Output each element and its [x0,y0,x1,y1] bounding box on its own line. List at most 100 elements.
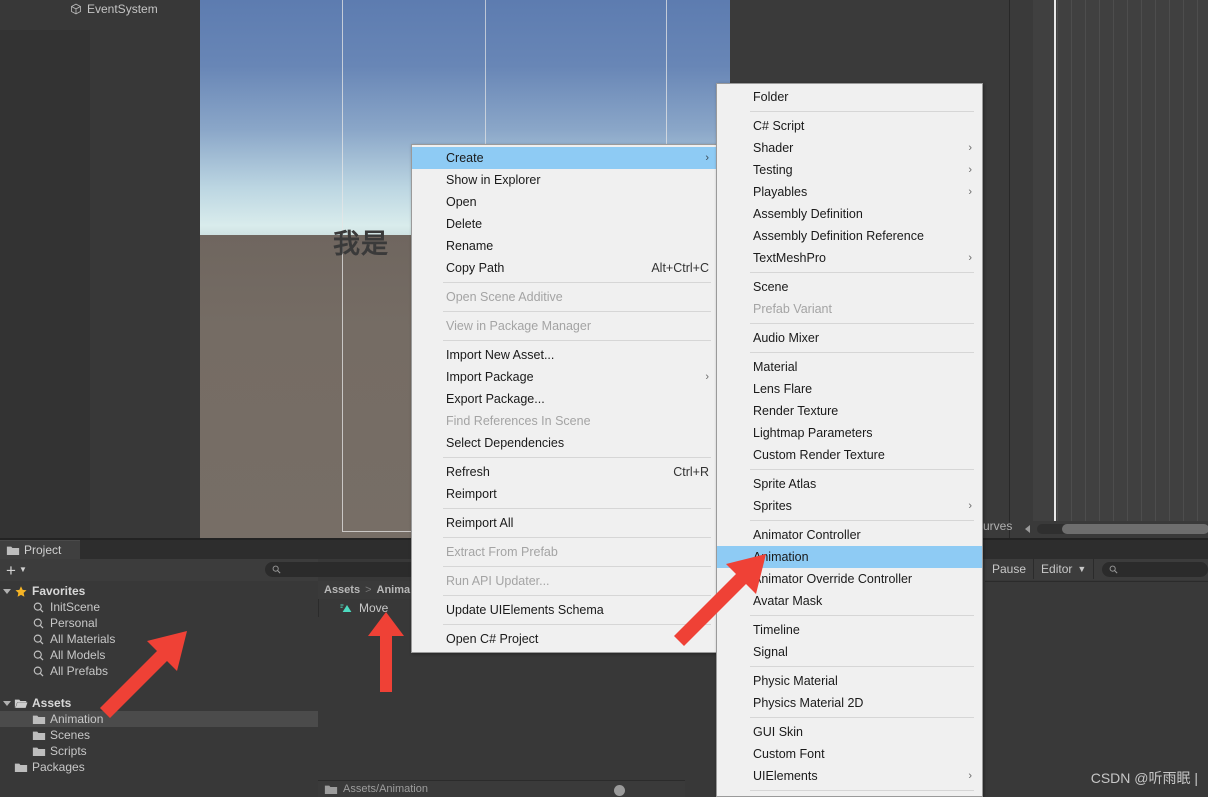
breadcrumb-current[interactable]: Anima [377,584,411,596]
menu-item-textmeshpro[interactable]: TextMeshPro › [717,247,982,269]
menu-item-label: Custom Render Texture [753,448,885,462]
menu-item-label: Create [446,151,484,165]
timeline-playhead[interactable] [1054,0,1056,522]
editor-dropdown[interactable]: Editor ▼ [1034,559,1095,579]
pause-button[interactable]: Pause [985,559,1035,579]
menu-item-uielements[interactable]: UIElements › [717,765,982,787]
menu-item-copy-path[interactable]: Copy Path Alt+Ctrl+C [412,257,719,279]
chevron-down-icon[interactable] [0,588,14,594]
tree-item-all-materials[interactable]: All Materials [0,631,318,647]
left-arrow-icon[interactable] [1025,525,1030,533]
menu-item-folder[interactable]: Folder [717,86,982,108]
folder-icon [324,785,338,794]
menu-item-custom-render-texture[interactable]: Custom Render Texture [717,444,982,466]
menu-item-label: UIElements [753,769,818,783]
menu-item-sprite-atlas[interactable]: Sprite Atlas [717,473,982,495]
menu-item-reimport[interactable]: Reimport [412,483,719,505]
menu-item-label: Sprites [753,499,792,513]
menu-item-reimport-all[interactable]: Reimport All [412,512,719,534]
tree-item-all-models[interactable]: All Models [0,647,318,663]
animation-timeline[interactable] [1033,0,1208,522]
hierarchy-item-eventsystem[interactable]: EventSystem [0,0,200,18]
tab-project[interactable]: Project [0,540,80,559]
project-status-path: Assets/Animation [343,783,428,795]
menu-item-render-texture[interactable]: Render Texture [717,400,982,422]
thumbnail-size-slider[interactable] [614,785,625,796]
menu-item-lens-flare[interactable]: Lens Flare [717,378,982,400]
tree-item-scenes[interactable]: Scenes [0,727,318,743]
menu-item-testing[interactable]: Testing › [717,159,982,181]
menu-item-physics-material-2d[interactable]: Physics Material 2D [717,692,982,714]
menu-item-open[interactable]: Open [412,191,719,213]
menu-item-label: Import New Asset... [446,348,555,362]
menu-item-show-in-explorer[interactable]: Show in Explorer [412,169,719,191]
menu-item-playables[interactable]: Playables › [717,181,982,203]
tree-item-label: Personal [50,616,98,630]
create-submenu[interactable]: Folder C# Script Shader › Testing › Playables ›… [716,83,983,797]
menu-item-timeline[interactable]: Timeline [717,619,982,641]
menu-item-refresh[interactable]: Refresh Ctrl+R [412,461,719,483]
menu-item-animation[interactable]: Animation [717,546,982,568]
tree-item-scripts[interactable]: Scripts [0,743,318,759]
menu-item-open-c-project[interactable]: Open C# Project [412,628,719,650]
tree-item-favorites[interactable]: Favorites [0,583,318,599]
menu-item-delete[interactable]: Delete [412,213,719,235]
tree-item-packages[interactable]: Packages [0,759,318,775]
tree-item-animation[interactable]: Animation [0,711,318,727]
animation-horizontal-scrollbar[interactable] [1017,521,1208,537]
menu-item-sprites[interactable]: Sprites › [717,495,982,517]
menu-item-rename[interactable]: Rename [412,235,719,257]
menu-item-lightmap-parameters[interactable]: Lightmap Parameters [717,422,982,444]
menu-item-update-uielements-schema[interactable]: Update UIElements Schema [412,599,719,621]
menu-item-shortcut: Alt+Ctrl+C [651,261,709,275]
menu-item-assembly-definition-reference[interactable]: Assembly Definition Reference [717,225,982,247]
tree-item-label: Favorites [32,584,86,598]
project-tree[interactable]: Favorites InitScene Personal All Materials A… [0,581,318,797]
console-search-input[interactable] [1102,561,1208,577]
animation-clip-icon [340,604,352,612]
chevron-right-icon: › [968,164,972,176]
menu-item-gui-skin[interactable]: GUI Skin [717,721,982,743]
menu-item-label: GUI Skin [753,725,804,739]
menu-item-animator-controller[interactable]: Animator Controller [717,524,982,546]
menu-item-scene[interactable]: Scene [717,276,982,298]
menu-separator [750,323,974,324]
menu-separator [750,615,974,616]
menu-item-assembly-definition[interactable]: Assembly Definition [717,203,982,225]
menu-item-label: Timeline [753,623,800,637]
animation-curves-tab[interactable]: urves [983,519,1012,533]
tree-item-initscene[interactable]: InitScene [0,599,318,615]
hierarchy-left-gutter [0,30,90,540]
menu-item-import-package[interactable]: Import Package › [412,366,719,388]
menu-item-physic-material[interactable]: Physic Material [717,670,982,692]
menu-separator [750,666,974,667]
menu-item-c-script[interactable]: C# Script [717,115,982,137]
menu-item-create[interactable]: Create › [412,147,719,169]
tree-item-assets[interactable]: Assets [0,695,318,711]
menu-item-import-new-asset[interactable]: Import New Asset... [412,344,719,366]
console-log-area[interactable] [985,582,1208,797]
menu-item-custom-font[interactable]: Custom Font [717,743,982,765]
scrollbar-thumb[interactable] [1062,524,1208,534]
create-asset-button[interactable]: + ▼ [0,562,27,579]
menu-item-animator-override-controller[interactable]: Animator Override Controller [717,568,982,590]
menu-item-material[interactable]: Material [717,356,982,378]
menu-item-select-dependencies[interactable]: Select Dependencies [412,432,719,454]
tree-item-all-prefabs[interactable]: All Prefabs [0,663,318,679]
menu-item-label: Reimport All [446,516,514,530]
menu-item-label: Animator Controller [753,528,861,542]
tab-project-label: Project [24,543,62,557]
menu-item-avatar-mask[interactable]: Avatar Mask [717,590,982,612]
menu-item-signal[interactable]: Signal [717,641,982,663]
menu-item-export-package[interactable]: Export Package... [412,388,719,410]
menu-item-label: Physic Material [753,674,838,688]
breadcrumb-root[interactable]: Assets [324,584,360,596]
menu-separator [443,595,711,596]
asset-context-menu[interactable]: Create › Show in Explorer Open Delete Rename C… [411,144,720,653]
tree-item-personal[interactable]: Personal [0,615,318,631]
menu-item-shader[interactable]: Shader › [717,137,982,159]
menu-item-label: Scene [753,280,789,294]
menu-item-audio-mixer[interactable]: Audio Mixer [717,327,982,349]
chevron-down-icon[interactable] [0,700,14,706]
search-icon [33,666,44,676]
